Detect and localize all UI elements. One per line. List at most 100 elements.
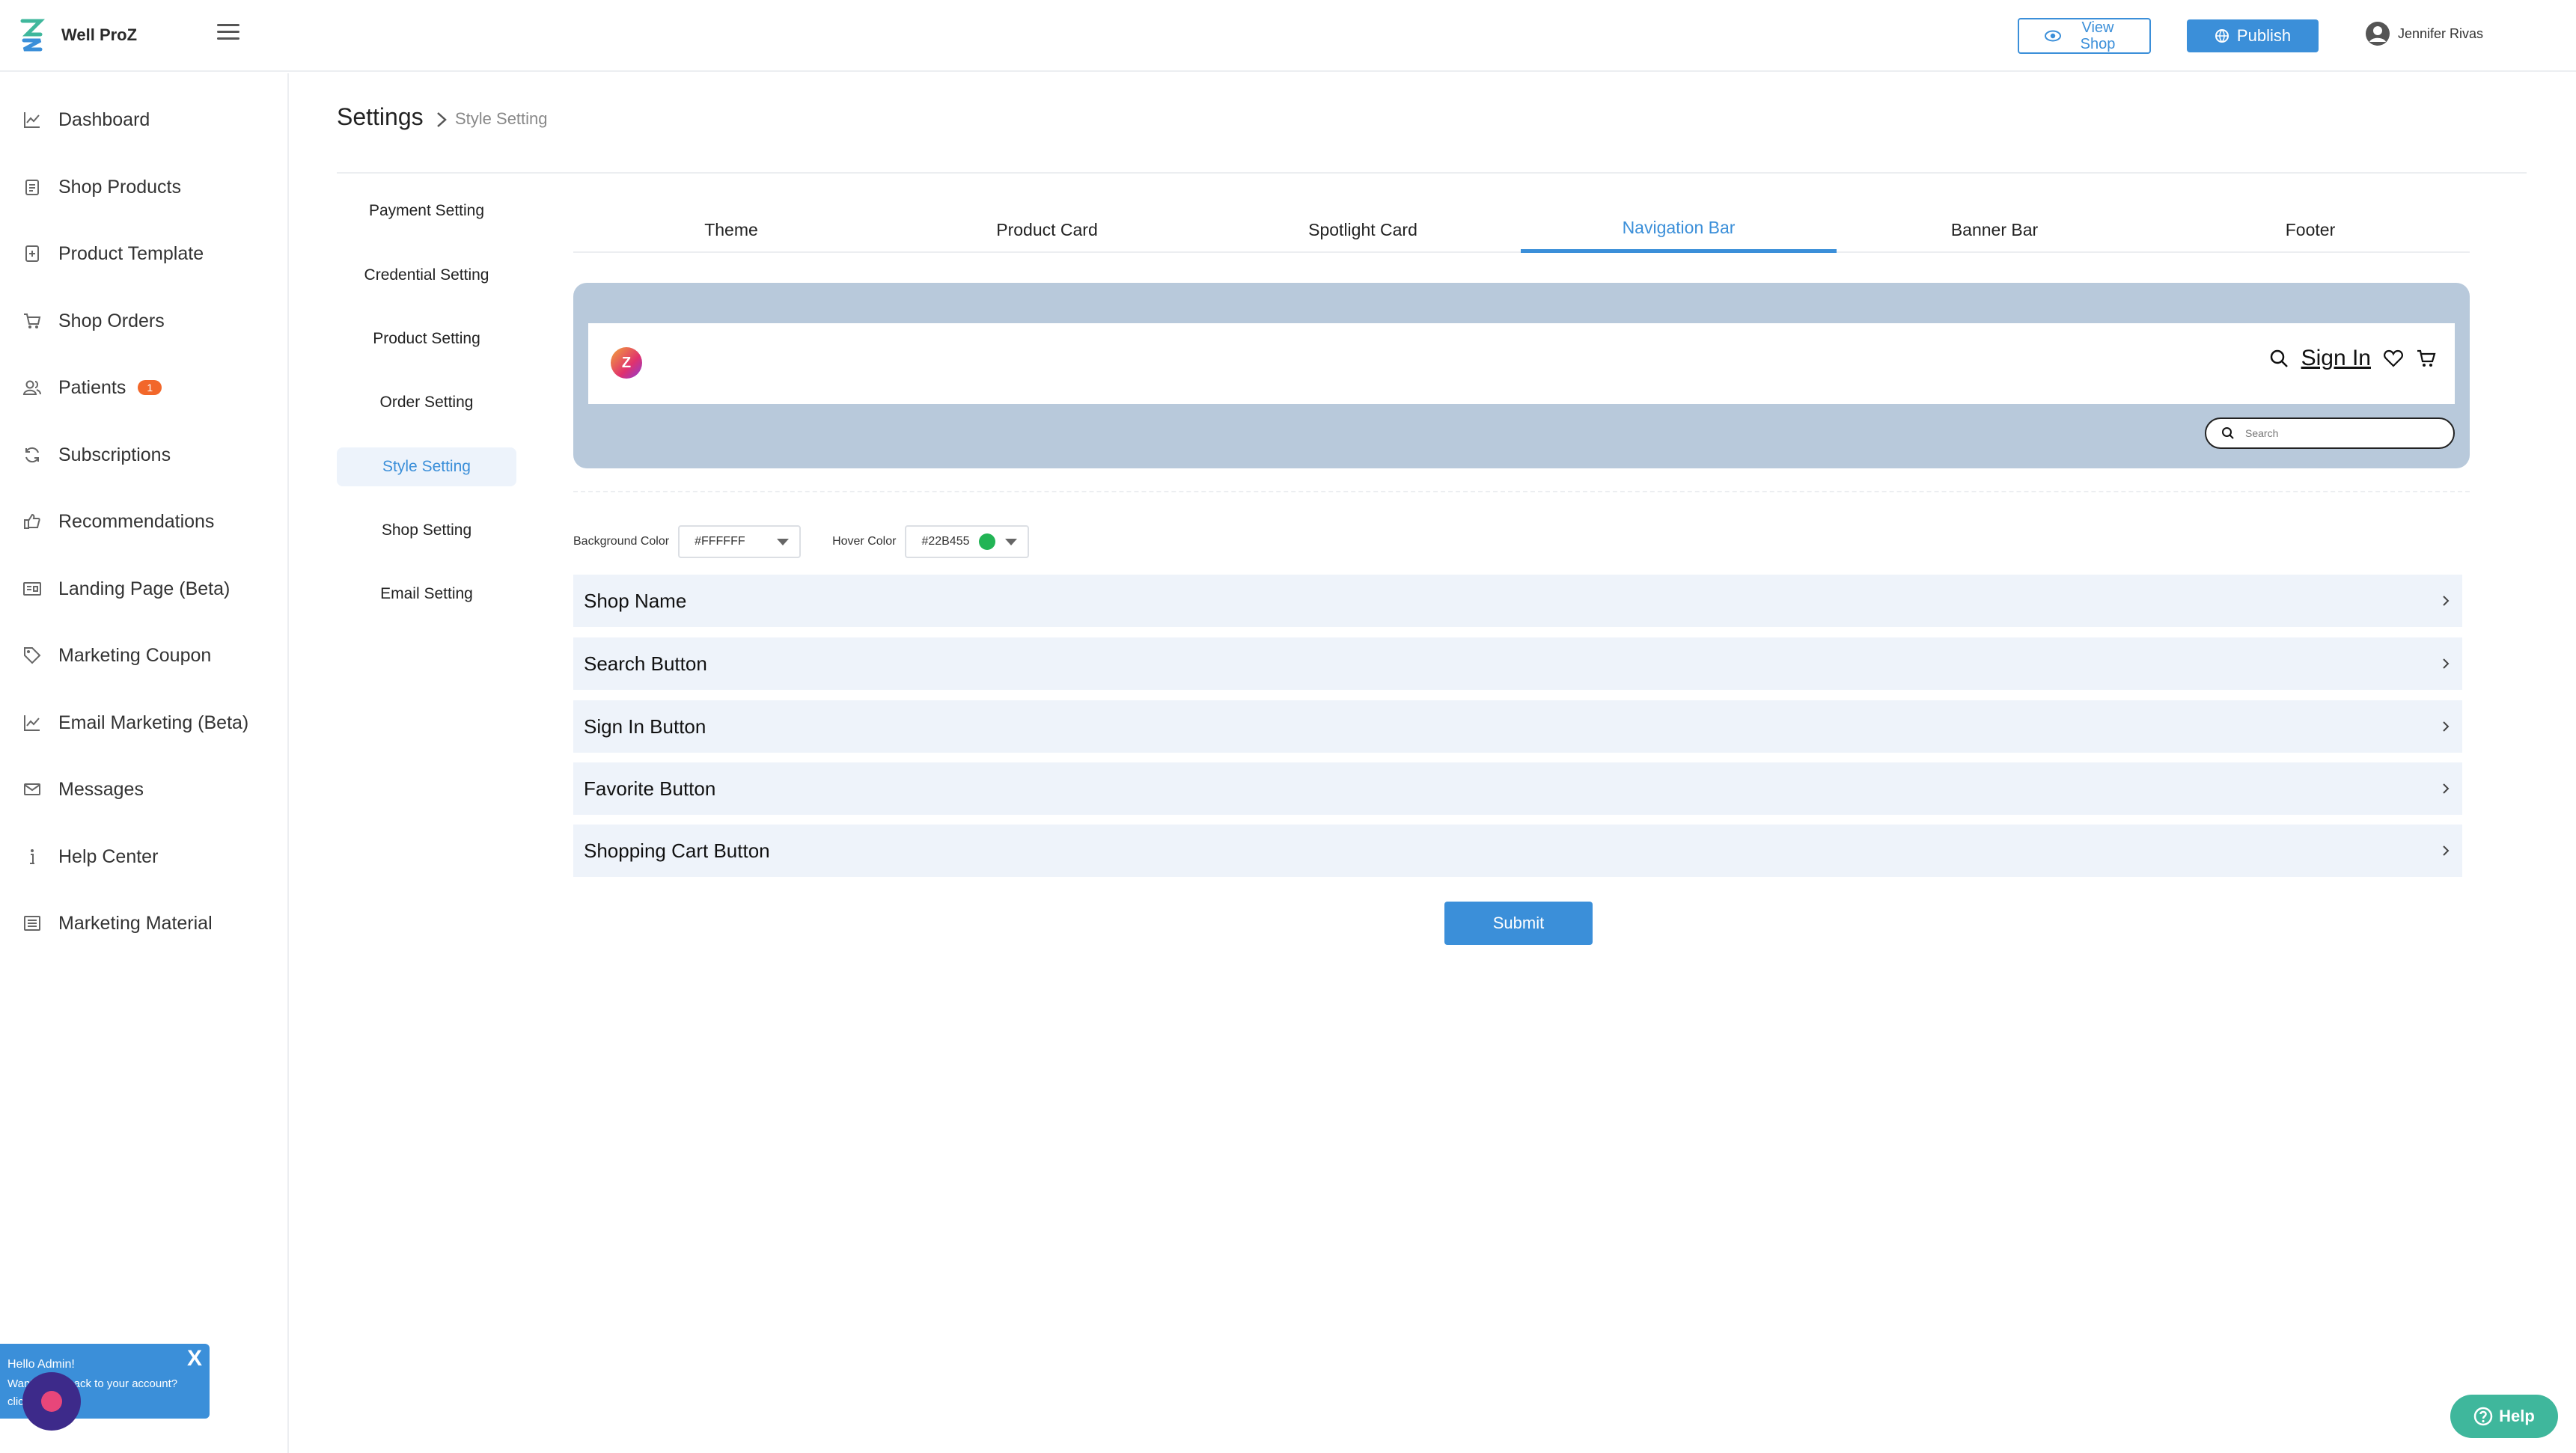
chat-greeting: Hello Admin! <box>7 1358 75 1371</box>
color-settings-row: Background Color #FFFFFF Hover Color #22… <box>573 525 1030 558</box>
view-shop-button[interactable]: View Shop <box>2018 18 2151 54</box>
settings-nav-email[interactable]: Email Setting <box>337 575 516 614</box>
settings-nav-style[interactable]: Style Setting <box>337 447 516 486</box>
tab-navigation-bar[interactable]: Navigation Bar <box>1521 207 1837 253</box>
menu-toggle-icon[interactable] <box>217 24 239 43</box>
cart-icon <box>24 313 41 328</box>
section-title: Sign In Button <box>584 715 706 738</box>
settings-nav-payment[interactable]: Payment Setting <box>337 192 516 230</box>
sidebar-item-shop-products[interactable]: Shop Products <box>22 172 181 202</box>
page-title: Settings <box>337 103 424 130</box>
sidebar-item-product-template[interactable]: Product Template <box>22 239 204 269</box>
preview-sign-in[interactable]: Sign In <box>2301 346 2371 371</box>
settings-nav-shop[interactable]: Shop Setting <box>337 511 516 550</box>
chevron-right-icon <box>437 112 447 127</box>
sidebar: Dashboard Shop Products Product Template… <box>0 73 289 1453</box>
section-search-button[interactable]: Search Button <box>573 637 2462 690</box>
hover-color-select[interactable]: #22B455 <box>905 525 1030 558</box>
layout-icon <box>23 582 41 596</box>
chart-line-icon <box>24 112 40 128</box>
info-icon <box>30 849 34 864</box>
settings-nav-product[interactable]: Product Setting <box>337 319 516 358</box>
sidebar-item-landing-page[interactable]: Landing Page (Beta) <box>22 574 230 604</box>
sidebar-item-label: Marketing Coupon <box>58 644 212 666</box>
chevron-right-icon <box>2443 596 2450 606</box>
sidebar-item-marketing-material[interactable]: Marketing Material <box>22 908 213 938</box>
patients-count-badge: 1 <box>138 380 162 395</box>
sidebar-item-messages[interactable]: Messages <box>22 774 144 804</box>
settings-nav-credential[interactable]: Credential Setting <box>337 256 516 295</box>
section-shopping-cart-button[interactable]: Shopping Cart Button <box>573 825 2462 877</box>
view-shop-label: View Shop <box>2080 19 2116 52</box>
breadcrumb-current[interactable]: Style Setting <box>455 109 548 129</box>
users-icon <box>22 380 41 395</box>
sidebar-item-marketing-coupon[interactable]: Marketing Coupon <box>22 640 211 670</box>
question-icon <box>2473 1407 2493 1426</box>
help-button[interactable]: Help <box>2450 1395 2558 1438</box>
style-tabs: Theme Product Card Spotlight Card Naviga… <box>573 207 2470 253</box>
user-avatar-icon <box>2366 22 2390 46</box>
tab-banner-bar[interactable]: Banner Bar <box>1837 207 2152 253</box>
sidebar-item-patients[interactable]: Patients 1 <box>22 373 162 403</box>
tag-icon <box>24 647 41 664</box>
user-name: Jennifer Rivas <box>2398 25 2484 41</box>
sidebar-item-label: Shop Orders <box>58 310 165 331</box>
background-color-label: Background Color <box>573 535 670 548</box>
sidebar-item-recommendations[interactable]: Recommendations <box>22 507 214 536</box>
preview-divider <box>573 491 2470 492</box>
cart-icon[interactable] <box>2416 348 2437 369</box>
top-bar: Well ProZ View Shop Publish Jennifer Riv… <box>0 0 2576 72</box>
preview-search-box[interactable] <box>2205 417 2455 449</box>
hover-color-label: Hover Color <box>832 535 897 548</box>
sidebar-item-email-marketing[interactable]: Email Marketing (Beta) <box>22 708 248 738</box>
chat-launcher-icon[interactable] <box>22 1372 81 1431</box>
sidebar-item-label: Email Marketing (Beta) <box>58 712 249 733</box>
sidebar-item-label: Patients <box>58 376 126 398</box>
help-label: Help <box>2499 1407 2535 1425</box>
heart-icon[interactable] <box>2383 348 2404 369</box>
sidebar-item-subscriptions[interactable]: Subscriptions <box>22 440 171 470</box>
sidebar-item-shop-orders[interactable]: Shop Orders <box>22 306 165 336</box>
brand-logo-icon[interactable] <box>19 18 45 52</box>
sidebar-item-label: Product Template <box>58 242 204 264</box>
template-icon <box>25 245 39 262</box>
section-title: Favorite Button <box>584 777 716 800</box>
sidebar-item-help-center[interactable]: Help Center <box>22 842 158 872</box>
section-shop-name[interactable]: Shop Name <box>573 575 2462 627</box>
sidebar-item-label: Recommendations <box>58 510 215 532</box>
sidebar-item-label: Subscriptions <box>58 444 171 465</box>
sidebar-item-label: Messages <box>58 778 144 800</box>
search-icon[interactable] <box>2268 348 2289 369</box>
chart-line-icon <box>24 715 40 731</box>
settings-nav-order[interactable]: Order Setting <box>337 383 516 422</box>
section-favorite-button[interactable]: Favorite Button <box>573 762 2462 815</box>
chevron-right-icon <box>2443 721 2450 732</box>
chevron-right-icon <box>2443 783 2450 794</box>
section-title: Shopping Cart Button <box>584 839 770 862</box>
background-color-value: #FFFFFF <box>695 535 745 548</box>
section-title: Search Button <box>584 652 707 675</box>
preview-nav-actions: Sign In <box>2268 346 2437 371</box>
publish-label: Publish <box>2236 26 2292 45</box>
close-icon[interactable]: X <box>187 1348 202 1370</box>
thumbs-up-icon <box>24 513 40 529</box>
submit-button[interactable]: Submit <box>1444 902 1593 945</box>
document-icon <box>24 916 40 931</box>
publish-button[interactable]: Publish <box>2187 19 2319 52</box>
preview-search-input[interactable] <box>2245 427 2432 439</box>
preview-logo: Z <box>611 347 642 379</box>
sidebar-item-label: Help Center <box>58 845 159 867</box>
chevron-right-icon <box>2443 658 2450 669</box>
header-divider <box>337 172 2527 174</box>
tab-spotlight-card[interactable]: Spotlight Card <box>1205 207 1521 253</box>
tab-theme[interactable]: Theme <box>573 207 889 253</box>
tab-footer[interactable]: Footer <box>2152 207 2468 253</box>
app-name: Well ProZ <box>61 25 138 44</box>
sidebar-item-dashboard[interactable]: Dashboard <box>22 105 150 135</box>
chevron-right-icon <box>2443 845 2450 856</box>
section-sign-in-button[interactable]: Sign In Button <box>573 700 2462 753</box>
tab-product-card[interactable]: Product Card <box>889 207 1205 253</box>
user-menu[interactable]: Jennifer Rivas <box>2365 21 2483 46</box>
chevron-down-icon <box>777 538 790 545</box>
background-color-select[interactable]: #FFFFFF <box>678 525 802 558</box>
